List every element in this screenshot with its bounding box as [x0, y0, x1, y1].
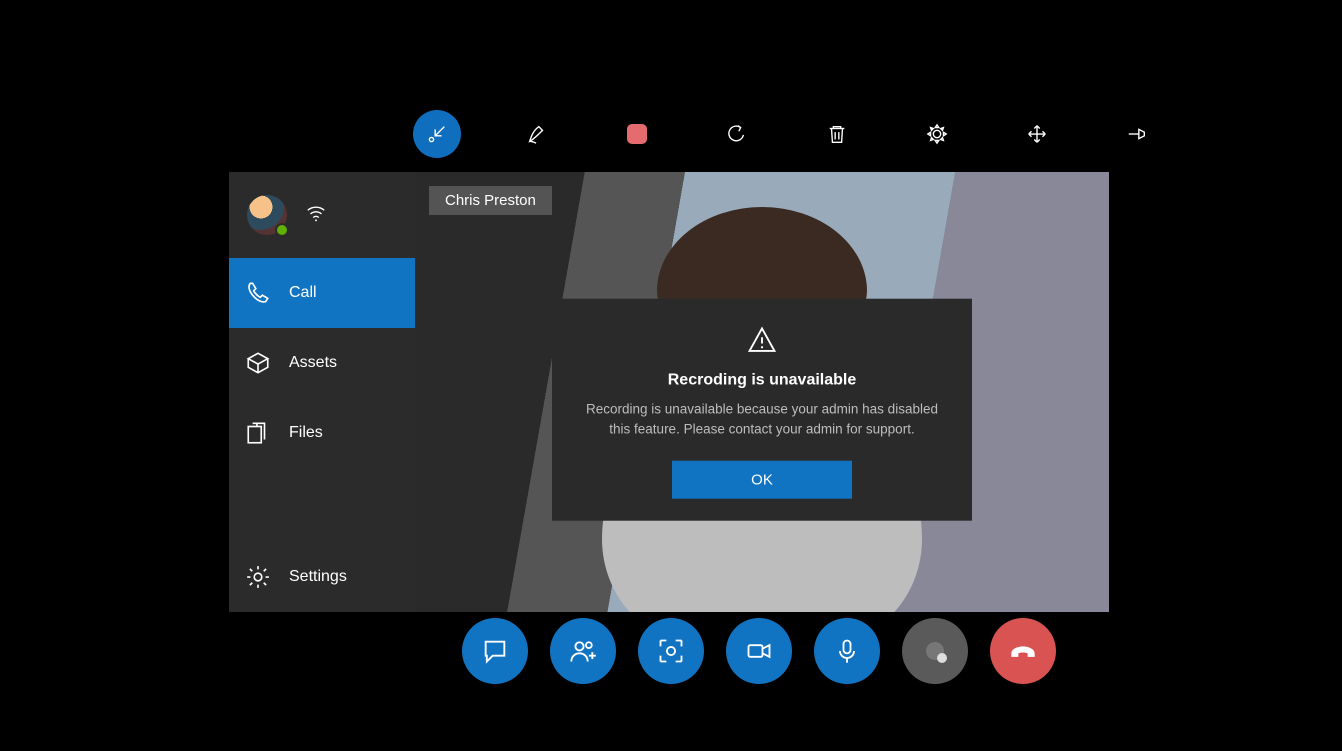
warning-icon — [574, 325, 950, 360]
call-panel: Call Assets Files Settings Chris Preston… — [229, 172, 1109, 612]
sidebar-item-files[interactable]: Files — [229, 398, 415, 468]
caller-name-tag: Chris Preston — [429, 186, 552, 215]
pen-icon[interactable] — [513, 110, 561, 158]
dialog-title: Recroding is unavailable — [574, 372, 950, 390]
sidebar-item-label: Files — [289, 424, 323, 442]
record-button[interactable] — [902, 618, 968, 684]
video-button[interactable] — [726, 618, 792, 684]
video-feed: Chris Preston Recroding is unavailable R… — [415, 172, 1109, 612]
settings-ring-icon[interactable] — [913, 110, 961, 158]
delete-icon[interactable] — [813, 110, 861, 158]
camera-capture-button[interactable] — [638, 618, 704, 684]
move-icon[interactable] — [1013, 110, 1061, 158]
record-icon[interactable] — [613, 110, 661, 158]
mic-button[interactable] — [814, 618, 880, 684]
sidebar: Call Assets Files Settings — [229, 172, 415, 612]
chat-button[interactable] — [462, 618, 528, 684]
sidebar-item-settings[interactable]: Settings — [229, 542, 415, 612]
sidebar-header — [229, 172, 415, 258]
arrow-in-icon[interactable] — [413, 110, 461, 158]
hang-up-button[interactable] — [990, 618, 1056, 684]
presence-badge — [275, 223, 289, 237]
sidebar-item-label: Assets — [289, 354, 337, 372]
ok-button[interactable]: OK — [672, 461, 852, 499]
record-dot-icon — [926, 642, 944, 660]
signal-icon — [305, 202, 327, 229]
sidebar-item-label: Settings — [289, 568, 347, 586]
sidebar-item-label: Call — [289, 284, 317, 302]
annotation-toolbar — [413, 110, 1161, 158]
pin-icon[interactable] — [1113, 110, 1161, 158]
sidebar-item-call[interactable]: Call — [229, 258, 415, 328]
avatar[interactable] — [247, 195, 287, 235]
undo-icon[interactable] — [713, 110, 761, 158]
dialog-body: Recording is unavailable because your ad… — [574, 400, 950, 439]
call-controls — [462, 618, 1056, 684]
add-people-button[interactable] — [550, 618, 616, 684]
recording-unavailable-dialog: Recroding is unavailable Recording is un… — [552, 299, 972, 521]
sidebar-item-assets[interactable]: Assets — [229, 328, 415, 398]
